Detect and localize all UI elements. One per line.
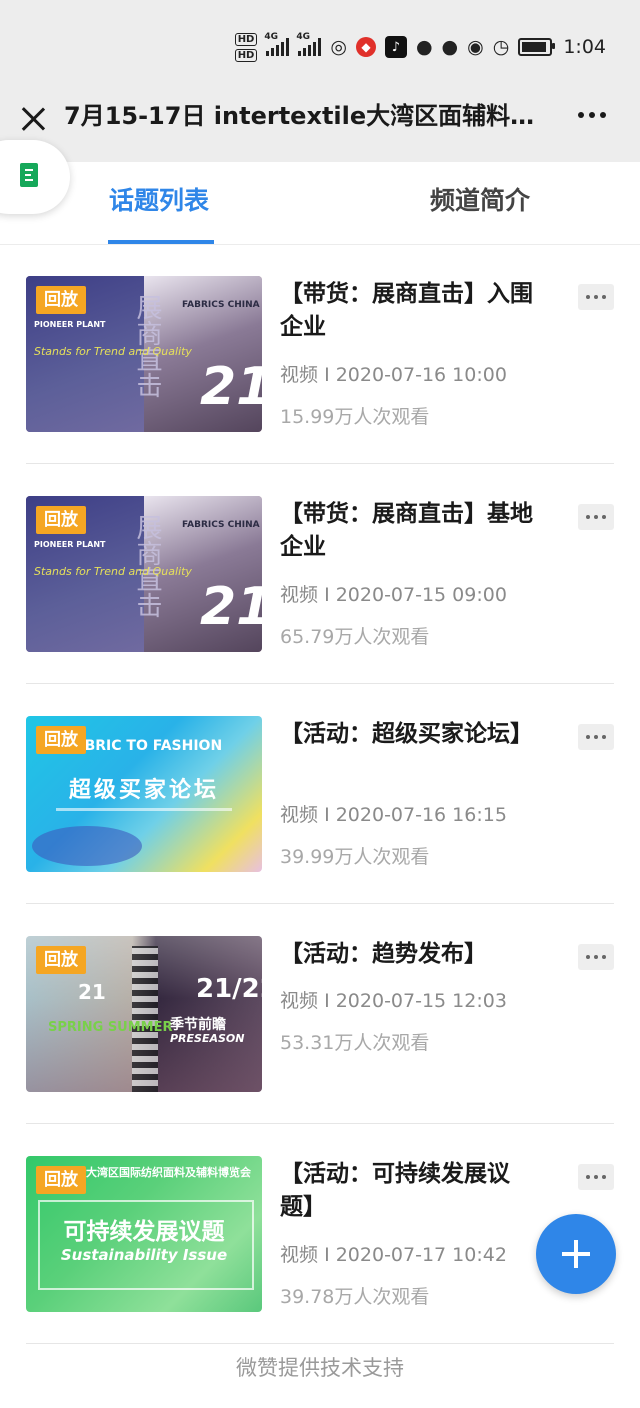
topic-separator: I (324, 584, 330, 606)
topic-type: 视频 (280, 804, 319, 826)
topic-meta: 视频 I 2020-07-17 10:42 (280, 1242, 507, 1268)
topic-item[interactable]: FABRIC TO FASHION 超级买家论坛 回放 【活动：超级买家论坛】 … (26, 684, 614, 904)
thumb-text: SPRING SUMMER (48, 1020, 173, 1035)
topic-item[interactable]: 展商直击 PIONEER PLANT Stands for Trend and … (26, 244, 614, 464)
network-label: 4G (264, 32, 279, 42)
topic-views: 53.31万人次观看 (280, 1032, 430, 1054)
topic-type: 视频 (280, 990, 319, 1012)
battery-icon (518, 38, 556, 56)
thumb-text: 21/22 (200, 577, 262, 637)
alarm-icon: ◷ (492, 36, 510, 58)
status-time: 1:04 (563, 36, 606, 58)
topic-item[interactable]: 大湾区国际纺织面料及辅料博览会 可持续发展议题 Sustainability I… (26, 1124, 614, 1344)
topic-meta: 视频 I 2020-07-16 10:00 (280, 362, 507, 388)
thumb-text: PIONEER PLANT (34, 540, 106, 549)
thumb-text: 季节前瞻 (170, 1017, 226, 1033)
network-label: 4G (296, 32, 311, 42)
topic-item[interactable]: 21 SPRING SUMMER 21/22 季节前瞻 PRESEASON 回放… (26, 904, 614, 1124)
topic-views: 15.99万人次观看 (280, 406, 430, 428)
tiktok-icon: ♪ (384, 36, 407, 58)
wechat-icon: ● (441, 36, 459, 58)
title-bar: 7月15-17日 intertextile大湾区面辅料展... (0, 88, 640, 162)
item-more-icon[interactable] (578, 504, 614, 530)
topic-title[interactable]: 【活动：趋势发布】 (280, 938, 544, 971)
topic-separator: I (324, 990, 330, 1012)
thumb-text: 21/22 (200, 357, 262, 417)
chat-bubble-icon: ● (415, 36, 433, 58)
topic-thumbnail[interactable]: 大湾区国际纺织面料及辅料博览会 可持续发展议题 Sustainability I… (26, 1156, 262, 1312)
topic-title[interactable]: 【带货：展商直击】入围企业 (280, 278, 544, 344)
signal-icon: 4G (296, 32, 322, 56)
topic-views: 39.78万人次观看 (280, 1286, 430, 1308)
thumb-text: Stands for Trend and Quality (34, 565, 192, 578)
hd-icon: HD HD (234, 32, 258, 62)
topic-datetime: 2020-07-16 10:00 (335, 364, 507, 386)
status-icons: HD HD 4G 4G ◎ ◆ ♪ ● ● ◉ ◷ 1:04 (234, 30, 606, 64)
tab-bar: 话题列表 频道简介 (0, 162, 640, 245)
item-more-icon[interactable] (578, 724, 614, 750)
hd-label: HD (234, 32, 258, 46)
replay-badge: 回放 (36, 1166, 86, 1194)
page-title: 7月15-17日 intertextile大湾区面辅料展... (64, 102, 550, 130)
topic-datetime: 2020-07-17 10:42 (335, 1244, 507, 1266)
status-bar: HD HD 4G 4G ◎ ◆ ♪ ● ● ◉ ◷ 1:04 (0, 0, 640, 88)
thumb-text: 超级买家论坛 (68, 778, 219, 803)
thumb-text: FABRICS CHINA (182, 520, 260, 530)
hotspot-icon: ◎ (330, 36, 347, 58)
topic-list: 展商直击 PIONEER PLANT Stands for Trend and … (26, 244, 614, 1344)
tab-topic-list[interactable]: 话题列表 (109, 184, 209, 218)
topic-separator: I (324, 804, 330, 826)
news-app-icon: ◆ (355, 37, 376, 57)
topic-views: 39.99万人次观看 (280, 846, 430, 868)
topic-views: 65.79万人次观看 (280, 626, 430, 648)
signal-icon: 4G (264, 32, 290, 56)
thumb-text: 大湾区国际纺织面料及辅料博览会 (86, 1166, 251, 1179)
topic-datetime: 2020-07-15 12:03 (335, 990, 507, 1012)
thumb-text: PIONEER PLANT (34, 320, 106, 329)
thumb-text: 21 (78, 980, 106, 1004)
item-more-icon[interactable] (578, 284, 614, 310)
topic-datetime: 2020-07-16 16:15 (335, 804, 507, 826)
topic-item[interactable]: 展商直击 PIONEER PLANT Stands for Trend and … (26, 464, 614, 684)
plus-icon[interactable] (536, 1214, 616, 1294)
topic-datetime: 2020-07-15 09:00 (335, 584, 507, 606)
thumb-text: Sustainability Issue (60, 1246, 228, 1264)
replay-badge: 回放 (36, 726, 86, 754)
topic-meta: 视频 I 2020-07-15 09:00 (280, 582, 507, 608)
topic-thumbnail[interactable]: 展商直击 PIONEER PLANT Stands for Trend and … (26, 496, 262, 652)
eye-icon: ◉ (467, 36, 484, 58)
tab-channel-intro[interactable]: 频道简介 (430, 184, 530, 218)
topic-type: 视频 (280, 584, 319, 606)
topic-separator: I (324, 364, 330, 386)
thumb-text: 可持续发展议题 (63, 1219, 225, 1245)
close-icon[interactable] (16, 102, 50, 136)
replay-badge: 回放 (36, 946, 86, 974)
topic-meta: 视频 I 2020-07-16 16:15 (280, 802, 507, 828)
thumb-text: Stands for Trend and Quality (34, 345, 192, 358)
topic-title[interactable]: 【活动：超级买家论坛】 (280, 718, 544, 751)
topic-meta: 视频 I 2020-07-15 12:03 (280, 988, 507, 1014)
topic-thumbnail[interactable]: FABRIC TO FASHION 超级买家论坛 回放 (26, 716, 262, 872)
topic-thumbnail[interactable]: 展商直击 PIONEER PLANT Stands for Trend and … (26, 276, 262, 432)
thumb-text: PRESEASON (170, 1032, 245, 1045)
replay-badge: 回放 (36, 286, 86, 314)
hd-label: HD (234, 48, 258, 62)
document-icon (20, 163, 38, 187)
topic-type: 视频 (280, 1244, 319, 1266)
footer-credit: 微赞提供技术支持 (236, 1356, 404, 1380)
thumb-text: 21/22 (196, 974, 262, 1004)
topic-thumbnail[interactable]: 21 SPRING SUMMER 21/22 季节前瞻 PRESEASON 回放 (26, 936, 262, 1092)
topic-separator: I (324, 1244, 330, 1266)
replay-badge: 回放 (36, 506, 86, 534)
item-more-icon[interactable] (578, 944, 614, 970)
topic-title[interactable]: 【活动：可持续发展议题】 (280, 1158, 544, 1224)
item-more-icon[interactable] (578, 1164, 614, 1190)
topic-type: 视频 (280, 364, 319, 386)
thumb-text: FABRICS CHINA (182, 300, 260, 310)
more-options-icon[interactable] (578, 112, 606, 118)
topic-title[interactable]: 【带货：展商直击】基地企业 (280, 498, 544, 564)
